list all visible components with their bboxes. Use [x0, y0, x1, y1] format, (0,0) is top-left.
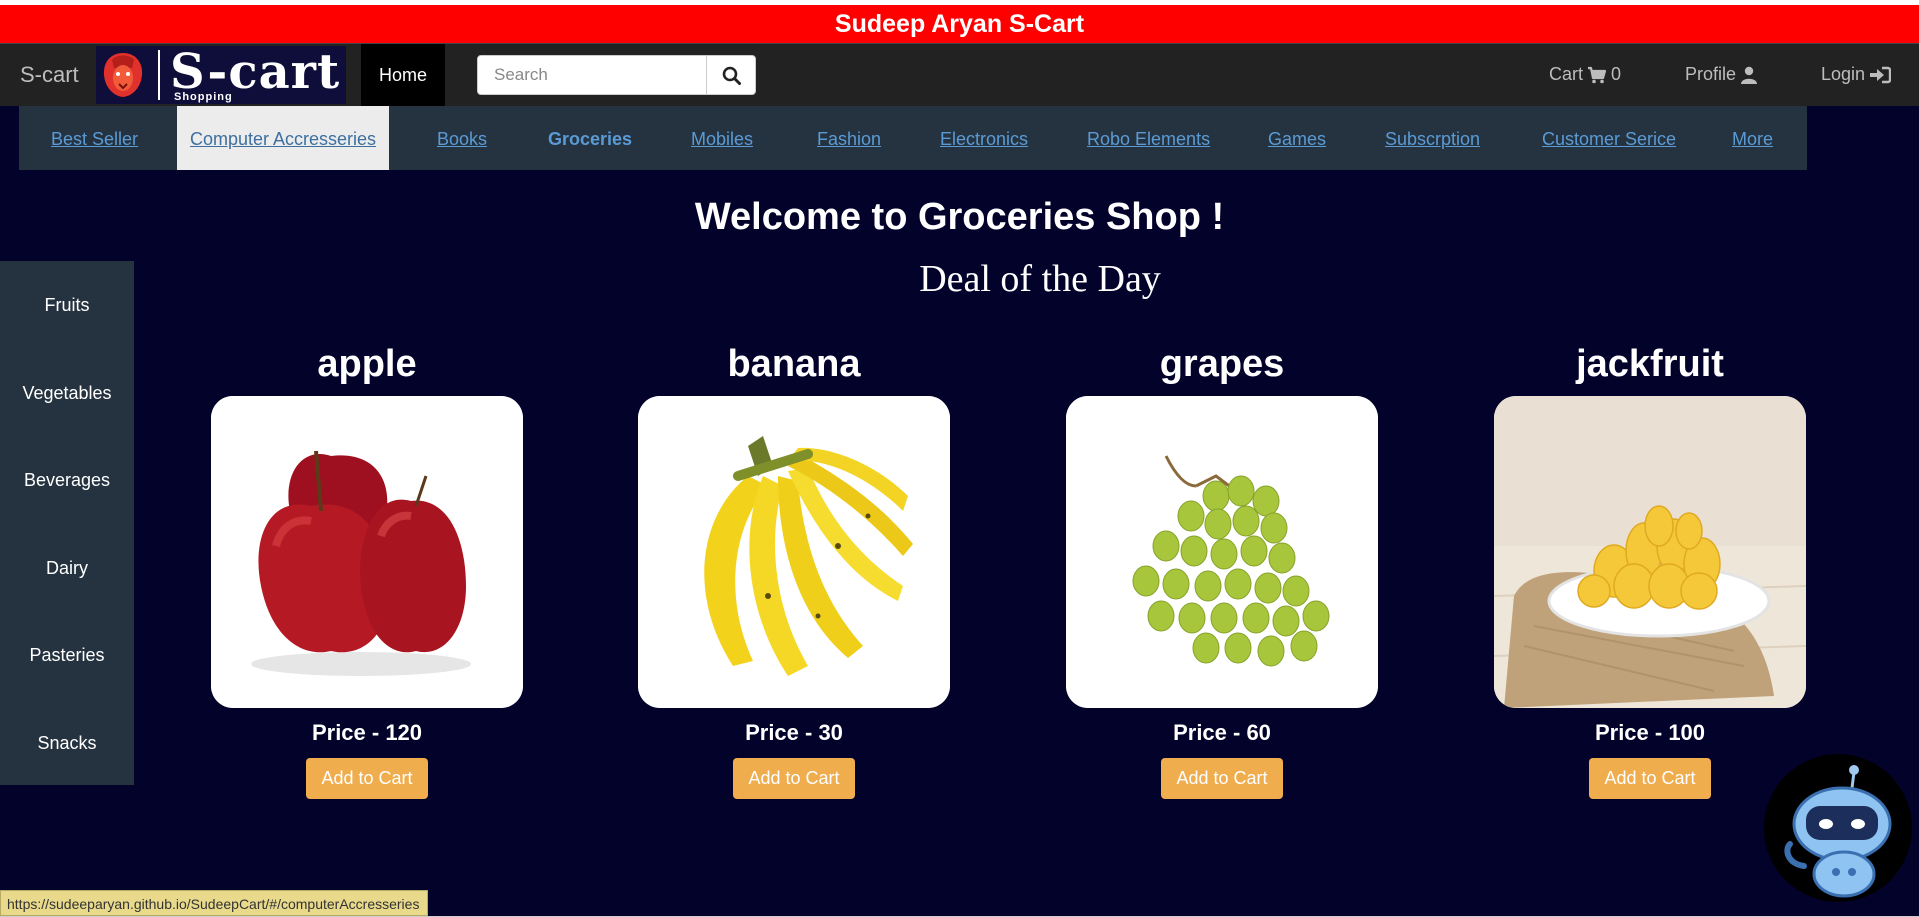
product-name: jackfruit [1576, 343, 1724, 385]
robot-icon [1784, 765, 1892, 898]
category-electronics[interactable]: Electronics [940, 106, 1028, 170]
product-price: Price - 30 [745, 720, 843, 745]
product-name: grapes [1159, 343, 1285, 385]
page-title: Welcome to Groceries Shop ! [694, 196, 1225, 238]
product-image-jackfruit[interactable] [1494, 396, 1806, 708]
category-groceries[interactable]: Groceries [548, 106, 632, 170]
product-price: Price - 100 [1594, 720, 1706, 745]
nav-profile[interactable]: Profile [1685, 64, 1758, 85]
sidebar: Fruits Vegetables Beverages Dairy Paster… [0, 261, 134, 785]
user-icon [1741, 66, 1758, 84]
sidebar-item-vegetables[interactable]: Vegetables [0, 383, 134, 404]
category-more[interactable]: More [1732, 106, 1773, 170]
banana-image [638, 396, 950, 708]
category-customer-service[interactable]: Customer Serice [1542, 106, 1676, 170]
category-subscription[interactable]: Subscrption [1385, 106, 1480, 170]
product-card-jackfruit: jackfruit Price - 100 Add to Cart [1494, 338, 1806, 799]
product-price: Price - 120 [311, 720, 423, 745]
nav-cart[interactable]: Cart 0 [1549, 64, 1621, 85]
product-price: Price - 60 [1173, 720, 1271, 745]
category-fashion[interactable]: Fashion [817, 106, 881, 170]
category-computer-accessories[interactable]: Computer Accresseries [177, 106, 389, 170]
search-icon [722, 66, 741, 85]
logo-subtitle: Shopping [174, 91, 233, 103]
grapes-image [1066, 396, 1378, 708]
product-image-banana[interactable] [638, 396, 950, 708]
logo-divider [158, 50, 160, 100]
navbar: S-cart S-cart Shopping Home Cart 0 Profi… [0, 43, 1919, 106]
category-games[interactable]: Games [1268, 106, 1326, 170]
add-to-cart-button[interactable]: Add to Cart [1161, 758, 1283, 799]
category-robo-elements[interactable]: Robo Elements [1087, 106, 1210, 170]
nav-home[interactable]: Home [361, 44, 445, 106]
lion-logo-icon [103, 53, 143, 97]
deal-heading: Deal of the Day [919, 258, 1161, 300]
search-input[interactable] [477, 55, 707, 95]
chatbot-button[interactable] [1764, 754, 1912, 902]
category-best-seller[interactable]: Best Seller [51, 106, 138, 170]
product-image-apple[interactable] [211, 396, 523, 708]
brand-link[interactable]: S-cart [20, 62, 79, 88]
site-banner: Sudeep Aryan S-Cart [0, 5, 1919, 43]
login-label: Login [1821, 64, 1866, 84]
product-card-grapes: grapes Price - 60 Add to Cart [1066, 338, 1378, 799]
status-bar-url: https://sudeeparyan.github.io/SudeepCart… [0, 890, 429, 916]
site-logo[interactable]: S-cart Shopping [96, 46, 346, 104]
sidebar-item-fruits[interactable]: Fruits [0, 295, 134, 316]
product-image-grapes[interactable] [1066, 396, 1378, 708]
sidebar-item-dairy[interactable]: Dairy [0, 558, 134, 579]
add-to-cart-button[interactable]: Add to Cart [306, 758, 428, 799]
nav-login[interactable]: Login [1821, 64, 1892, 85]
product-name: apple [317, 343, 417, 385]
jackfruit-image [1494, 396, 1806, 708]
sign-in-icon [1870, 66, 1892, 83]
category-bar: Best Seller Computer Accresseries Books … [19, 106, 1807, 170]
add-to-cart-button[interactable]: Add to Cart [1589, 758, 1711, 799]
cart-count: 0 [1611, 64, 1622, 84]
add-to-cart-button[interactable]: Add to Cart [733, 758, 855, 799]
apple-image [211, 396, 523, 708]
product-card-apple: apple Price - 120 Add to Cart [211, 338, 523, 799]
product-card-banana: banana Price - 30 Add to Cart [638, 338, 950, 799]
product-name: banana [727, 343, 861, 385]
sidebar-item-pasteries[interactable]: Pasteries [0, 645, 134, 666]
cart-icon [1588, 66, 1607, 83]
sidebar-item-snacks[interactable]: Snacks [0, 733, 134, 754]
category-mobiles[interactable]: Mobiles [691, 106, 753, 170]
category-books[interactable]: Books [437, 106, 487, 170]
search-button[interactable] [706, 55, 756, 95]
sidebar-item-beverages[interactable]: Beverages [0, 470, 134, 491]
profile-label: Profile [1685, 64, 1737, 84]
cart-label: Cart [1549, 64, 1584, 84]
